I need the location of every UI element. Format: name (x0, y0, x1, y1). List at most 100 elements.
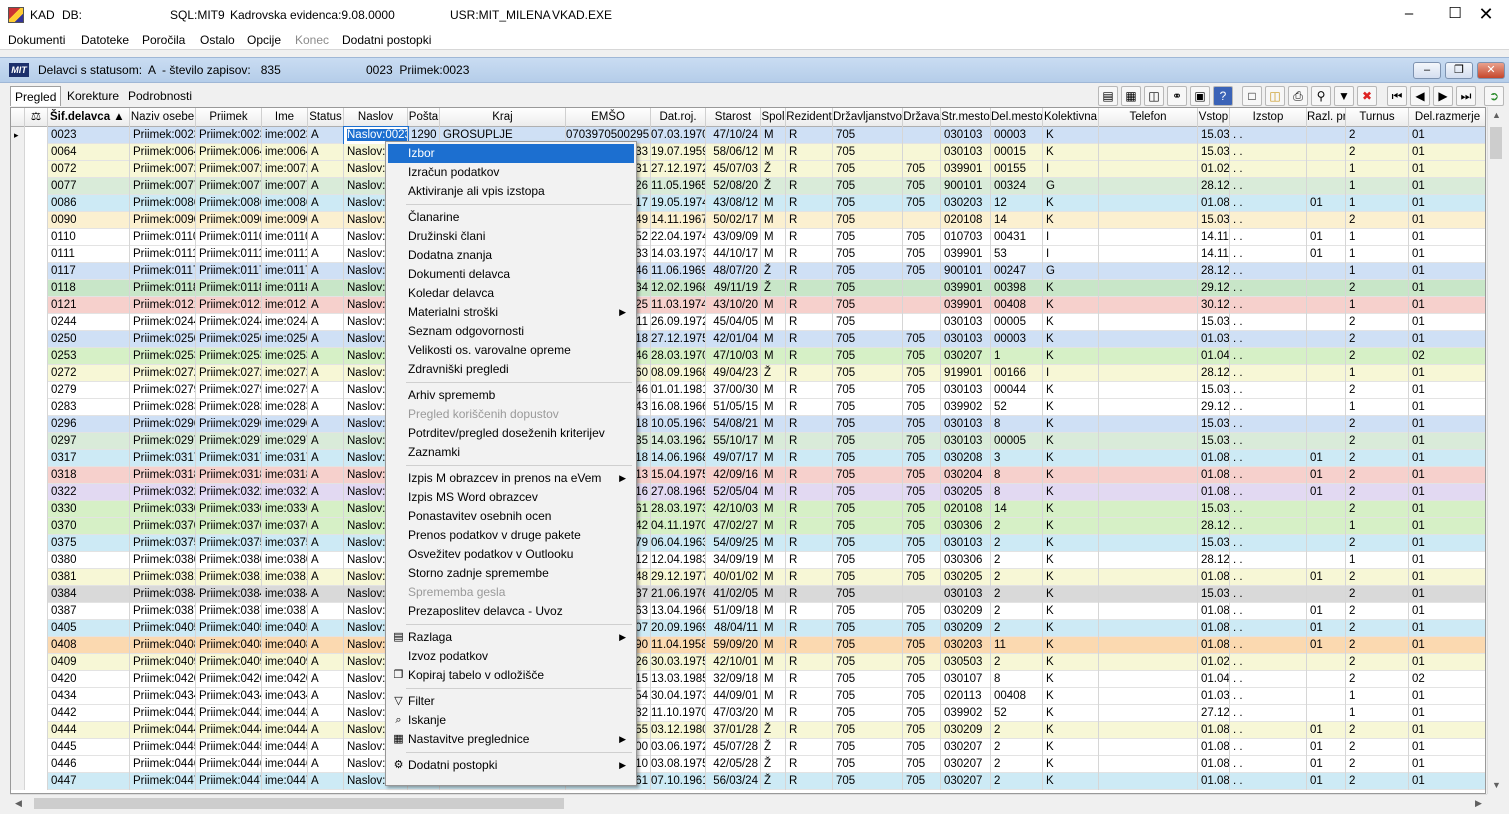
table-row[interactable]: 0244 Priimek:0244 Priimek:0244 ime:0244 A Nas… (11, 314, 1485, 331)
menu-item-0[interactable]: Izbor (388, 144, 634, 163)
menu-item-8[interactable]: Koledar delavca (388, 284, 634, 303)
column-header-15[interactable]: Str.mesto (941, 108, 991, 127)
table-row[interactable]: 0296 Priimek:0296 Priimek:0296 ime:0296 A Nas… (11, 416, 1485, 433)
last-record-icon[interactable]: ⏭ (1456, 86, 1476, 106)
horizontal-scrollbar[interactable]: ◀ ▶ (10, 794, 1487, 811)
column-header-23[interactable]: Del.razmerje (1409, 108, 1485, 127)
child-minimize-button[interactable]: – (1413, 62, 1441, 79)
menu-item-28[interactable]: ▤ Razlaga ▶ (388, 628, 634, 647)
menu-item-21[interactable]: Ponastavitev osebnih ocen (388, 507, 634, 526)
menu-item-22[interactable]: Prenos podatkov v druge pakete (388, 526, 634, 545)
child-restore-button[interactable]: ❐ (1445, 62, 1473, 79)
menu-item-24[interactable]: Storno zadnje spremembe (388, 564, 634, 583)
table-row[interactable]: 0434 Priimek:0434 Priimek:0434 ime:0434 A Nas… (11, 688, 1485, 705)
column-header-21[interactable]: Razl. prekinitev (1307, 108, 1346, 127)
search-icon[interactable]: ⚲ (1311, 86, 1331, 106)
exit-icon[interactable]: ➲ (1484, 86, 1504, 106)
column-header-10[interactable]: Starost (706, 108, 761, 127)
minimize-button[interactable]: – (1386, 0, 1432, 30)
column-header-16[interactable]: Del.mesto (991, 108, 1043, 127)
open-folder-icon[interactable]: ◫ (1265, 86, 1285, 106)
table-row[interactable]: 0250 Priimek:0250 Priimek:0250 ime:0250 A Nas… (11, 331, 1485, 348)
table-row[interactable]: 0272 Priimek:0272 Priimek:0272 ime:0272 A Nas… (11, 365, 1485, 382)
menu-item-14[interactable]: Arhiv sprememb (388, 386, 634, 405)
menu-item-36[interactable]: ⚙ Dodatni postopki ▶ (388, 756, 634, 775)
table-row[interactable]: 0387 Priimek:0387 Priimek:0387 ime:0387 A Nas… (11, 603, 1485, 620)
table-row[interactable]: 0111 Priimek:0111 Priimek:0111 ime:0111 A Nas… (11, 246, 1485, 263)
column-header-17[interactable]: Kolektivna (1043, 108, 1099, 127)
first-record-icon[interactable]: ⏮ (1387, 86, 1407, 106)
table-icon[interactable]: ◫ (1144, 86, 1164, 106)
column-header-22[interactable]: Turnus (1346, 108, 1409, 127)
menu-item-33[interactable]: ⌕ Iskanje (388, 711, 634, 730)
menu-item-11[interactable]: Velikosti os. varovalne opreme (388, 341, 634, 360)
table-row[interactable]: 0317 Priimek:0317 Priimek:0317 ime:0317 A Nas… (11, 450, 1485, 467)
table-row[interactable]: 0381 Priimek:0381 Priimek:0381 ime:0381 A Nas… (11, 569, 1485, 586)
table-row[interactable]: 0064 Priimek:0064 Priimek:0064 ime:0064 A Nas… (11, 144, 1485, 161)
column-header-13[interactable]: Državljanstvo (833, 108, 903, 127)
menu-item-6[interactable]: Dodatna znanja (388, 246, 634, 265)
table-row[interactable]: 0330 Priimek:0330 Priimek:0330 ime:0330 A Nas… (11, 501, 1485, 518)
menu-item-23[interactable]: Osvežitev podatkov v Outlooku (388, 545, 634, 564)
next-record-icon[interactable]: ▶ (1433, 86, 1453, 106)
printer-icon[interactable]: ⎙ (1288, 86, 1308, 106)
column-header-12[interactable]: Rezident (786, 108, 833, 127)
tab-korekture[interactable]: Korekture (63, 86, 123, 106)
column-header-20[interactable]: Izstop (1230, 108, 1307, 127)
column-header-19[interactable]: Vstop (1198, 108, 1230, 127)
form-icon[interactable]: ▦ (1121, 86, 1141, 106)
table-row[interactable]: 0380 Priimek:0380 Priimek:0380 ime:0380 A Nas… (11, 552, 1485, 569)
table-row[interactable]: 0447 Priimek:0447 Priimek:0447 ime:0447 A Nas… (11, 773, 1485, 790)
table-row[interactable]: 0253 Priimek:0253 Priimek:0253 ime:0253 A Nas… (11, 348, 1485, 365)
table-row[interactable]: 0446 Priimek:0446 Priimek:0446 ime:0446 A Nas… (11, 756, 1485, 773)
menu-item-16[interactable]: Potrditev/pregled doseženih kriterijev (388, 424, 634, 443)
menu-datoteke[interactable]: Datoteke (81, 33, 129, 47)
table-row[interactable]: 0283 Priimek:0283 Priimek:0283 ime:0283 A Nas… (11, 399, 1485, 416)
table-row[interactable]: 0090 Priimek:0090 Priimek:0090 ime:0090 A Nas… (11, 212, 1485, 229)
column-header-18[interactable]: Telefon (1099, 108, 1198, 127)
menu-item-9[interactable]: Materialni stroški ▶ (388, 303, 634, 322)
table-row[interactable]: 0322 Priimek:0322 Priimek:0322 ime:0322 A Nas… (11, 484, 1485, 501)
table-row[interactable]: 0445 Priimek:0445 Priimek:0445 ime:0445 A Nas… (11, 739, 1485, 756)
print-preview-icon[interactable]: ▤ (1098, 86, 1118, 106)
table-row[interactable]: 0121 Priimek:0121 Priimek:0121 ime:0121 A Nas… (11, 297, 1485, 314)
table-row[interactable]: 0384 Priimek:0384 Priimek:0384 ime:0384 A Nas… (11, 586, 1485, 603)
menu-opcije[interactable]: Opcije (247, 33, 281, 47)
menu-item-20[interactable]: Izpis MS Word obrazcev (388, 488, 634, 507)
menu-item-2[interactable]: Aktiviranje ali vpis izstopa (388, 182, 634, 201)
menu-item-4[interactable]: Članarine (388, 208, 634, 227)
column-header-14[interactable]: Država (903, 108, 941, 127)
menu-item-34[interactable]: ▦ Nastavitve preglednice ▶ (388, 730, 634, 749)
menu-item-26[interactable]: Prezaposlitev delavca - Uvoz (388, 602, 634, 621)
delete-icon[interactable]: ✖ (1357, 86, 1377, 106)
table-row[interactable]: 0086 Priimek:0086 Priimek:0086 ime:0086 A Nas… (11, 195, 1485, 212)
menu-item-10[interactable]: Seznam odgovornosti (388, 322, 634, 341)
table-row[interactable]: 0072 Priimek:0072 Priimek:0072 ime:0072 A Nas… (11, 161, 1485, 178)
column-header-9[interactable]: Dat.roj. (651, 108, 706, 127)
table-row[interactable]: 0297 Priimek:0297 Priimek:0297 ime:0297 A Nas… (11, 433, 1485, 450)
table-row[interactable]: 0444 Priimek:0444 Priimek:0444 ime:0444 A Nas… (11, 722, 1485, 739)
table-row[interactable]: 0408 Priimek:0408 Priimek:0408 ime:0408 A Nas… (11, 637, 1485, 654)
table-row[interactable]: 0442 Priimek:0442 Priimek:0442 ime:0442 A Nas… (11, 705, 1485, 722)
previous-record-icon[interactable]: ◀ (1410, 86, 1430, 106)
menu-item-7[interactable]: Dokumenti delavca (388, 265, 634, 284)
menu-item-17[interactable]: Zaznamki (388, 443, 634, 462)
tab-pregled[interactable]: Pregled (10, 86, 62, 106)
table-row[interactable]: 0420 Priimek:0420 Priimek:0420 ime:0420 A Nas… (11, 671, 1485, 688)
column-header-5[interactable]: Naslov (344, 108, 408, 127)
menu-item-5[interactable]: Družinski člani (388, 227, 634, 246)
vertical-scrollbar[interactable]: ▲ ▼ (1487, 107, 1504, 794)
filter-icon[interactable]: ▼ (1334, 86, 1354, 106)
menu-item-32[interactable]: ▽ Filter (388, 692, 634, 711)
menu-porocila[interactable]: Poročila (142, 33, 185, 47)
column-header-6[interactable]: Pošta (408, 108, 440, 127)
column-header-2[interactable]: Priimek (196, 108, 262, 127)
vertical-scroll-thumb[interactable] (1490, 127, 1502, 159)
table-row[interactable]: 0370 Priimek:0370 Priimek:0370 ime:0370 A Nas… (11, 518, 1485, 535)
scroll-right-icon[interactable]: ▶ (1470, 795, 1487, 812)
tab-podrobnosti[interactable]: Podrobnosti (124, 86, 196, 106)
table-row[interactable]: 0117 Priimek:0117 Priimek:0117 ime:0117 A Nas… (11, 263, 1485, 280)
menu-ostalo[interactable]: Ostalo (200, 33, 235, 47)
column-header-8[interactable]: EMŠO (566, 108, 651, 127)
table-row[interactable]: 0375 Priimek:0375 Priimek:0375 ime:0375 A Nas… (11, 535, 1485, 552)
